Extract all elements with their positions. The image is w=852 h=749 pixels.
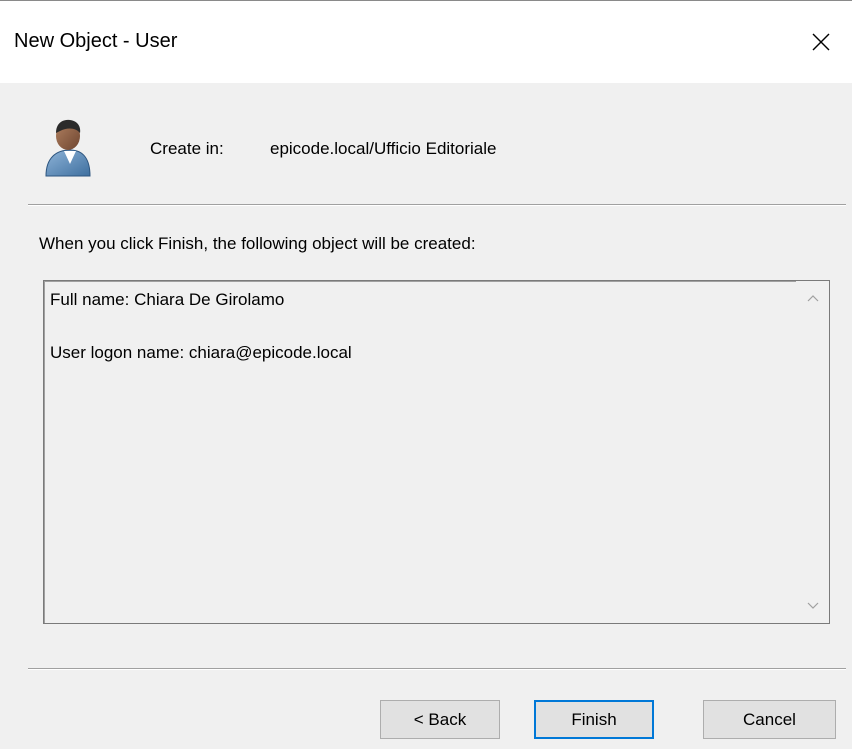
window-title: New Object - User <box>14 30 178 52</box>
summary-textbox[interactable]: Full name: Chiara De Girolamo User logon… <box>43 280 830 624</box>
finish-button[interactable]: Finish <box>534 700 654 739</box>
chevron-up-icon <box>807 295 818 302</box>
scroll-down-button[interactable] <box>796 591 829 621</box>
chevron-down-icon <box>807 602 818 609</box>
create-in-label: Create in: <box>150 139 224 158</box>
vertical-scrollbar[interactable] <box>796 281 829 623</box>
cancel-button[interactable]: Cancel <box>703 700 836 739</box>
summary-logon-name: User logon name: chiara@epicode.local <box>50 343 352 362</box>
scroll-up-button[interactable] <box>796 283 829 313</box>
info-text: When you click Finish, the following obj… <box>39 234 476 253</box>
create-in-path: epicode.local/Ufficio Editoriale <box>270 139 497 158</box>
title-bar[interactable]: New Object - User <box>0 1 852 83</box>
close-button[interactable] <box>790 1 852 83</box>
header-divider <box>28 204 846 206</box>
new-object-user-dialog: New Object - User Create in: epicode.loc… <box>0 0 852 749</box>
user-icon <box>45 119 91 177</box>
back-button[interactable]: < Back <box>380 700 500 739</box>
summary-full-name: Full name: Chiara De Girolamo <box>50 290 285 309</box>
footer-divider <box>28 668 846 670</box>
close-icon <box>812 33 830 51</box>
